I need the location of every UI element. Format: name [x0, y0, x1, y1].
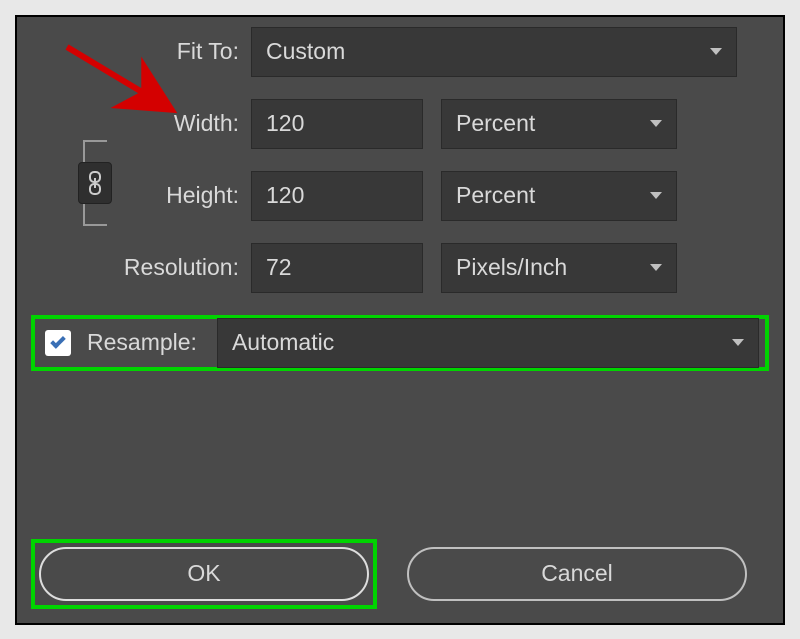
ok-button[interactable]: OK — [39, 547, 369, 601]
width-label: Width: — [31, 110, 251, 137]
resolution-row: Resolution: Pixels/Inch — [31, 243, 769, 293]
width-unit-select[interactable]: Percent — [441, 99, 677, 149]
link-dimensions — [75, 119, 115, 247]
resample-row: Resample: Automatic — [31, 315, 769, 371]
resolution-label: Resolution: — [31, 254, 251, 281]
fit-to-value: Custom — [266, 38, 345, 65]
height-unit-value: Percent — [456, 182, 535, 209]
height-label: Height: — [31, 182, 251, 209]
link-icon[interactable] — [78, 162, 112, 204]
chevron-down-icon — [732, 339, 744, 346]
annotation-highlight-ok: OK — [31, 539, 377, 609]
fit-to-row: Fit To: Custom — [31, 27, 769, 77]
width-input[interactable] — [251, 99, 423, 149]
resample-method-value: Automatic — [232, 329, 334, 356]
chevron-down-icon — [650, 264, 662, 271]
chevron-down-icon — [650, 192, 662, 199]
cancel-button[interactable]: Cancel — [407, 547, 747, 601]
fit-to-label: Fit To: — [31, 38, 251, 65]
chevron-down-icon — [710, 48, 722, 55]
width-unit-value: Percent — [456, 110, 535, 137]
resample-label: Resample: — [87, 329, 197, 356]
height-row: Height: Percent — [31, 171, 769, 221]
fit-to-select[interactable]: Custom — [251, 27, 737, 77]
resolution-input[interactable] — [251, 243, 423, 293]
resolution-unit-select[interactable]: Pixels/Inch — [441, 243, 677, 293]
bracket-icon — [83, 140, 107, 162]
chevron-down-icon — [650, 120, 662, 127]
resolution-unit-value: Pixels/Inch — [456, 254, 567, 281]
height-unit-select[interactable]: Percent — [441, 171, 677, 221]
width-row: Width: Percent — [31, 99, 769, 149]
chain-icon — [87, 171, 103, 195]
bracket-icon — [83, 204, 107, 226]
resample-method-select[interactable]: Automatic — [217, 318, 759, 368]
image-size-dialog: Fit To: Custom Width: Percent Height: — [15, 15, 785, 625]
checkmark-icon — [50, 333, 66, 349]
resample-checkbox[interactable] — [45, 330, 71, 356]
height-input[interactable] — [251, 171, 423, 221]
dialog-buttons: OK Cancel — [31, 539, 769, 609]
